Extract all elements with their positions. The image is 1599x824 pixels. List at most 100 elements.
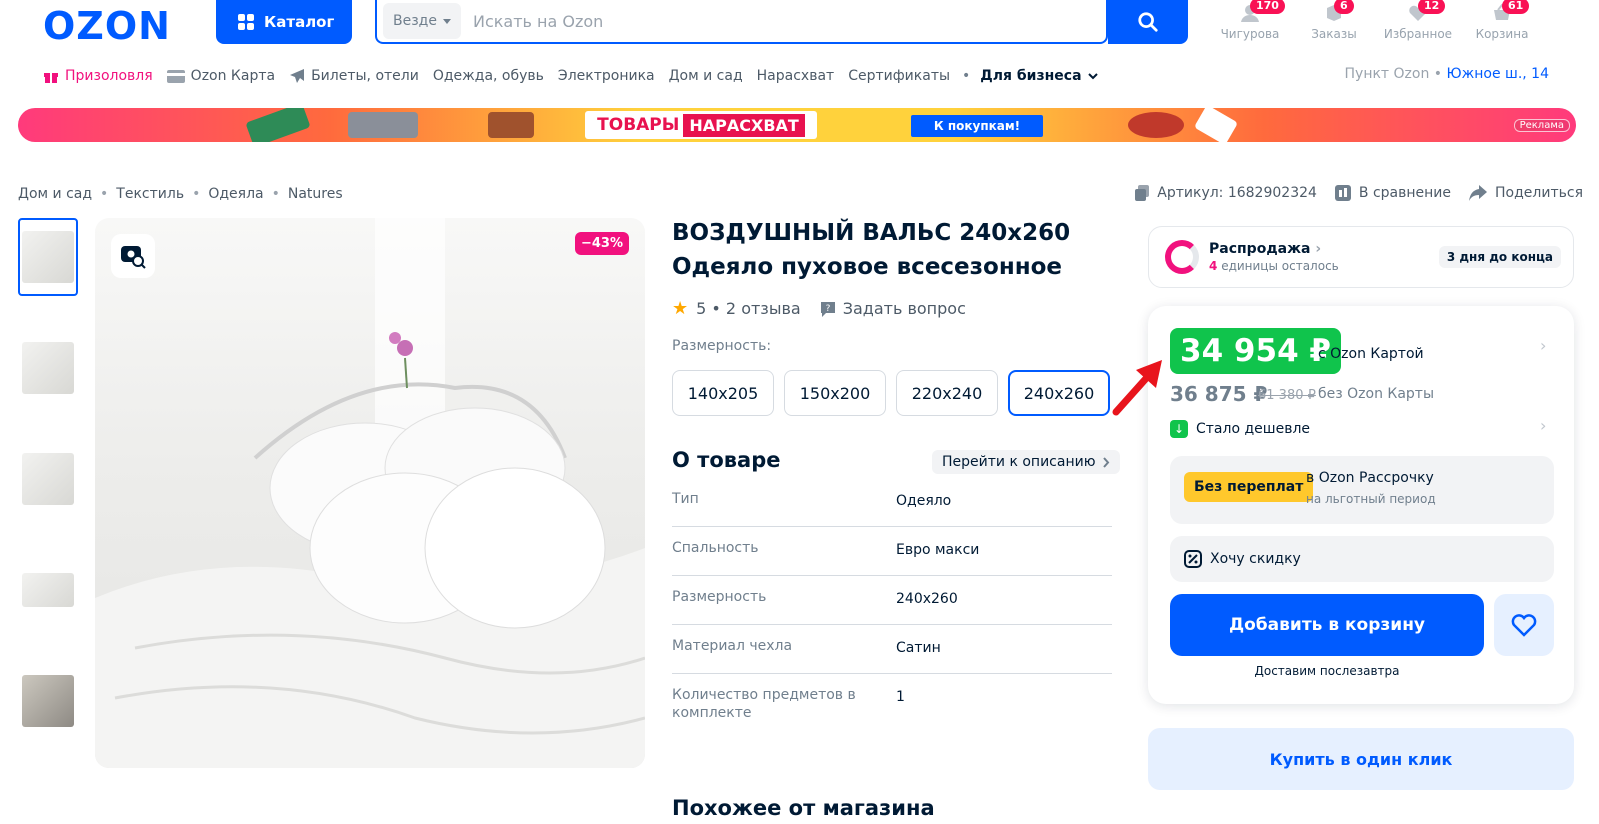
search-icon — [1138, 12, 1158, 32]
gallery-thumbnail[interactable] — [18, 218, 78, 296]
gallery-thumbnail[interactable] — [18, 329, 78, 407]
add-to-cart-button[interactable]: Добавить в корзину — [1170, 594, 1484, 656]
article-label: Артикул: 1682902324 — [1157, 185, 1317, 201]
ozon-logo[interactable]: OZON — [43, 4, 171, 48]
pickup-separator: • — [1433, 66, 1447, 82]
ask-question-link[interactable]: ? Задать вопрос — [819, 299, 966, 318]
breadcrumb-item[interactable]: Natures — [288, 186, 343, 202]
product-main-image[interactable]: −43% — [95, 218, 645, 768]
catalog-label: Каталог — [264, 13, 335, 31]
sale-count-suffix: единицы осталось — [1221, 259, 1339, 273]
star-icon: ★ — [672, 298, 689, 319]
promo-banner[interactable]: ТОВАРЫ НАРАСХВАТ К покупкам! Реклама — [18, 108, 1576, 142]
spec-key: Спальность — [672, 540, 759, 556]
sale-subtitle: 4 единицы осталось — [1209, 259, 1339, 273]
nav-item-label: Билеты, отели — [311, 68, 419, 84]
ad-label: Реклама — [1513, 119, 1570, 132]
profile-link[interactable]: 170 Чигурова — [1208, 0, 1292, 44]
chevron-down-icon — [1087, 73, 1098, 80]
nav-item-label: Нарасхват — [756, 68, 835, 84]
ask-question-label: Задать вопрос — [842, 299, 966, 318]
caret-down-icon — [442, 18, 451, 24]
breadcrumb-item[interactable]: Дом и сад — [18, 186, 92, 202]
size-selector: 140х205 150х200 220х240 240х260 — [672, 370, 1110, 416]
red-arrow-annotation — [1112, 360, 1162, 416]
card-icon — [166, 69, 185, 83]
spec-row: Материал чехла Сатин — [672, 625, 1112, 674]
catalog-button[interactable]: Каталог — [216, 0, 352, 44]
share-label: Поделиться — [1495, 185, 1583, 201]
size-option-selected[interactable]: 240х260 — [1008, 370, 1110, 416]
size-option[interactable]: 140х205 — [672, 370, 774, 416]
nav-item-certificates[interactable]: Сертификаты — [848, 68, 950, 84]
go-to-description-link[interactable]: Перейти к описанию — [932, 450, 1121, 474]
nav-item-business[interactable]: Для бизнеса — [980, 68, 1098, 84]
banner-deco — [348, 112, 418, 138]
pickup-point[interactable]: Пункт Ozon • Южное ш., 14 — [1345, 66, 1550, 82]
gallery-thumbnail[interactable] — [18, 551, 78, 629]
profile-badge: 170 — [1250, 0, 1285, 14]
price-dropped-row[interactable]: ↓ Стало дешевле — [1170, 420, 1310, 438]
sale-info: Распродажа › 4 единицы осталось — [1209, 241, 1339, 273]
spec-value: Сатин — [896, 640, 941, 656]
top-nav: Призоловля Ozon Карта Билеты, отели Одеж… — [43, 66, 1112, 86]
image-search-icon — [121, 246, 146, 269]
installment-block[interactable]: Без переплат в Ozon Рассрочку на льготны… — [1170, 456, 1554, 524]
nav-item-label: Сертификаты — [848, 68, 951, 84]
favorites-label: Избранное — [1383, 27, 1453, 41]
chevron-right-icon[interactable]: › — [1540, 416, 1546, 435]
spec-row: Количество предметов в комплекте 1 — [672, 674, 1112, 736]
article-number[interactable]: Артикул: 1682902324 — [1135, 185, 1317, 201]
gallery-thumbnail[interactable] — [18, 440, 78, 518]
sale-card[interactable]: Распродажа › 4 единицы осталось 3 дня до… — [1148, 226, 1574, 288]
search-button[interactable] — [1108, 0, 1188, 44]
favorite-button[interactable] — [1494, 594, 1554, 656]
chevron-right-icon[interactable]: › — [1540, 336, 1546, 355]
banner-deco — [1193, 108, 1239, 142]
spec-key: Материал чехла — [672, 638, 793, 654]
discount-badge: −43% — [574, 232, 629, 255]
nav-item-promo[interactable]: Призоловля — [43, 68, 153, 84]
about-heading: О товаре — [672, 448, 781, 472]
size-option[interactable]: 220х240 — [896, 370, 998, 416]
breadcrumb-item[interactable]: Текстиль — [116, 186, 184, 202]
share-icon — [1469, 185, 1488, 201]
nav-item-label: Одежда, обувь — [432, 68, 544, 84]
breadcrumb-separator: • — [271, 186, 280, 202]
cart-link[interactable]: 61 Корзина — [1460, 0, 1544, 44]
nav-item-clothes[interactable]: Одежда, обувь — [433, 68, 544, 84]
orders-label: Заказы — [1311, 27, 1357, 41]
banner-cta-button[interactable]: К покупкам! — [911, 115, 1043, 137]
breadcrumb-separator: • — [100, 186, 109, 202]
price-dropped-label: Стало дешевле — [1196, 421, 1311, 437]
nav-item-home[interactable]: Дом и сад — [669, 68, 743, 84]
nav-item-tickets[interactable]: Билеты, отели — [289, 68, 419, 84]
search-scope-select[interactable]: Везде — [383, 3, 461, 39]
no-card-label: без Ozon Карты — [1318, 386, 1435, 402]
breadcrumb-item[interactable]: Одеяла — [208, 186, 263, 202]
size-option[interactable]: 150х200 — [784, 370, 886, 416]
share-button[interactable]: Поделиться — [1469, 185, 1583, 201]
gallery-thumbnail[interactable] — [18, 662, 78, 740]
spec-value: Евро макси — [896, 542, 980, 558]
arrow-down-icon: ↓ — [1170, 420, 1188, 438]
compare-button[interactable]: В сравнение — [1334, 185, 1451, 201]
installment-title: в Ozon Рассрочку — [1306, 470, 1434, 486]
want-discount-button[interactable]: Хочу скидку — [1170, 536, 1554, 582]
product-title-line2: Одеяло пуховое всесезонное — [672, 254, 1063, 280]
nav-item-ozon-card[interactable]: Ozon Карта — [166, 68, 275, 84]
image-search-button[interactable] — [111, 234, 155, 278]
buy-one-click-button[interactable]: Купить в один клик — [1148, 728, 1574, 790]
product-actions: Артикул: 1682902324 В сравнение Поделить… — [1135, 185, 1583, 201]
rating-reviews[interactable]: 5 • 2 отзыва — [696, 299, 801, 318]
delivery-info: Доставим послезавтра — [1254, 664, 1400, 678]
nav-item-electronics[interactable]: Электроника — [558, 68, 655, 84]
nav-item-label: Дом и сад — [668, 68, 743, 84]
description-link-label: Перейти к описанию — [942, 454, 1096, 470]
thumbnail-image — [22, 453, 74, 505]
favorites-link[interactable]: 12 Избранное — [1376, 0, 1460, 44]
search-input[interactable] — [472, 11, 1033, 31]
nav-item-hot[interactable]: Нарасхват — [757, 68, 835, 84]
pickup-address: Южное ш., 14 — [1446, 66, 1549, 82]
orders-link[interactable]: 6 Заказы — [1292, 0, 1376, 44]
